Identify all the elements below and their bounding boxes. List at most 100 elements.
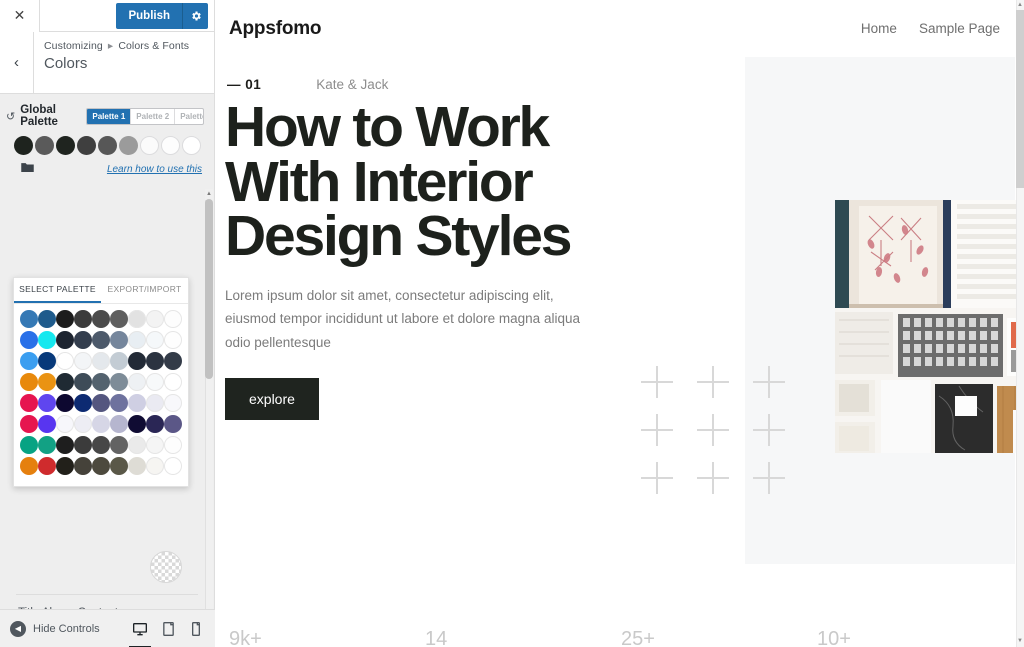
- customizer-topbar: ✕ Publish: [0, 0, 214, 32]
- palette-swatch: [164, 393, 182, 412]
- tab-export-import[interactable]: EXPORT/IMPORT: [101, 278, 188, 303]
- palette-swatch: [128, 414, 146, 433]
- close-icon: ✕: [13, 7, 26, 23]
- palette-swatch: [146, 435, 164, 454]
- close-customizer-button[interactable]: ✕: [0, 0, 40, 32]
- plus-icon: [745, 454, 801, 502]
- global-swatch-6[interactable]: [119, 136, 138, 155]
- tab-select-palette[interactable]: SELECT PALETTE: [14, 278, 101, 303]
- palette-swatch: [74, 456, 92, 475]
- plus-icon: [633, 454, 689, 502]
- back-button[interactable]: ‹: [0, 32, 34, 93]
- palette-option-8[interactable]: [20, 456, 184, 475]
- palette-option-4[interactable]: [20, 372, 184, 391]
- customizer-sidebar: ✕ Publish ‹ Customizing ▸ Colors & Fonts…: [0, 0, 215, 647]
- palette-swatch: [92, 414, 110, 433]
- palette-swatch: [164, 435, 182, 454]
- palette-swatch: [110, 351, 128, 370]
- palette-swatch: [128, 330, 146, 349]
- stat-item: 25+: [621, 628, 817, 647]
- palette-popover: SELECT PALETTE EXPORT/IMPORT: [13, 277, 189, 487]
- stat-value: 10+: [817, 628, 851, 647]
- palette-swatch: [146, 309, 164, 328]
- nav-item-home[interactable]: Home: [861, 21, 897, 36]
- global-swatch-1[interactable]: [14, 136, 33, 155]
- global-palette-swatches: [0, 132, 214, 157]
- palette-tab-2[interactable]: Palette 2: [131, 108, 176, 124]
- palette-swatch: [146, 372, 164, 391]
- palette-swatch: [92, 372, 110, 391]
- desktop-preview-icon[interactable]: [129, 620, 151, 647]
- palette-option-1[interactable]: [20, 309, 184, 328]
- panel-header-text: Customizing ▸ Colors & Fonts Colors: [34, 32, 189, 93]
- global-swatch-2[interactable]: [35, 136, 54, 155]
- palette-swatch: [164, 372, 182, 391]
- palette-swatch: [38, 330, 56, 349]
- palette-swatch: [56, 309, 74, 328]
- palette-swatch: [56, 456, 74, 475]
- palette-swatch: [56, 351, 74, 370]
- hero-image: [835, 200, 1024, 453]
- global-swatch-8[interactable]: [161, 136, 180, 155]
- palette-swatch: [20, 309, 38, 328]
- palette-swatch: [20, 372, 38, 391]
- palette-swatch: [56, 393, 74, 412]
- site-logo[interactable]: Appsfomo: [229, 18, 322, 40]
- global-swatch-5[interactable]: [98, 136, 117, 155]
- palette-swatch: [74, 330, 92, 349]
- explore-button[interactable]: explore: [225, 377, 319, 420]
- gear-icon[interactable]: [182, 2, 208, 29]
- palette-option-5[interactable]: [20, 393, 184, 412]
- palette-swatch: [128, 456, 146, 475]
- mobile-preview-icon[interactable]: [187, 620, 205, 638]
- global-swatch-7[interactable]: [140, 136, 159, 155]
- palette-tab-1[interactable]: Palette 1: [87, 108, 132, 124]
- palette-option-7[interactable]: [20, 435, 184, 454]
- preview-scroll-down-icon[interactable]: ▼: [1016, 636, 1024, 647]
- customizer-panel-header: ‹ Customizing ▸ Colors & Fonts Colors: [0, 32, 214, 94]
- palette-swatch: [128, 393, 146, 412]
- breadcrumb-separator-icon: ▸: [107, 40, 114, 52]
- palette-swatch: [20, 330, 38, 349]
- preview-scroll-up-icon[interactable]: ▲: [1016, 0, 1024, 11]
- palette-swatch: [38, 393, 56, 412]
- palette-swatch: [164, 309, 182, 328]
- palette-option-2[interactable]: [20, 330, 184, 349]
- publish-button[interactable]: Publish: [116, 2, 182, 29]
- device-preview-buttons: [129, 620, 205, 647]
- breadcrumb: Customizing ▸ Colors & Fonts: [44, 40, 189, 52]
- palette-swatch: [164, 456, 182, 475]
- hide-controls-button[interactable]: ◀ Hide Controls: [10, 620, 100, 637]
- global-swatch-9[interactable]: [182, 136, 201, 155]
- stat-value: 25+: [621, 628, 655, 647]
- palette-swatch: [20, 393, 38, 412]
- hero-authors: Kate & Jack: [316, 77, 389, 92]
- palette-swatch: [110, 435, 128, 454]
- hero-number: — 01: [227, 77, 262, 92]
- palette-tab-3[interactable]: Palette 3: [175, 109, 203, 124]
- global-swatch-4[interactable]: [77, 136, 96, 155]
- palette-swatch: [20, 351, 38, 370]
- tablet-preview-icon[interactable]: [159, 620, 177, 638]
- hide-controls-label: Hide Controls: [33, 622, 100, 635]
- stat-item: 10+: [817, 628, 1013, 647]
- palette-swatch: [74, 393, 92, 412]
- palette-swatch: [110, 393, 128, 412]
- palette-option-3[interactable]: [20, 351, 184, 370]
- learn-how-to-use-this-link[interactable]: Learn how to use this: [107, 164, 202, 175]
- palette-option-6[interactable]: [20, 414, 184, 433]
- global-swatch-3[interactable]: [56, 136, 75, 155]
- palette-swatch: [128, 372, 146, 391]
- breadcrumb-root[interactable]: Customizing: [44, 40, 103, 52]
- palette-swatch: [74, 309, 92, 328]
- customizer-app: ✕ Publish ‹ Customizing ▸ Colors & Fonts…: [0, 0, 1024, 647]
- sidebar-scrollbar-thumb[interactable]: [205, 199, 213, 379]
- nav-item-sample-page[interactable]: Sample Page: [919, 21, 1000, 36]
- palette-swatch: [56, 435, 74, 454]
- palette-swatch: [20, 456, 38, 475]
- folder-icon[interactable]: [20, 161, 35, 177]
- breadcrumb-section[interactable]: Colors & Fonts: [118, 40, 189, 52]
- preview-scrollbar-thumb[interactable]: [1016, 10, 1024, 188]
- palette-swatch: [38, 372, 56, 391]
- reset-icon[interactable]: ↺: [6, 110, 15, 123]
